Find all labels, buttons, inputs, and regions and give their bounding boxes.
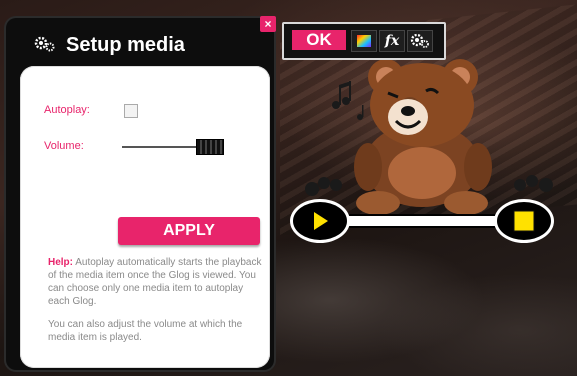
- stop-button[interactable]: [494, 199, 554, 243]
- ok-button[interactable]: OK: [292, 30, 346, 50]
- setup-media-panel: Setup media × Autoplay: Volume: APPLY He…: [6, 16, 276, 370]
- gear-icon: [34, 36, 55, 52]
- music-note-icon-small: [357, 105, 364, 120]
- volume-label: Volume:: [44, 140, 84, 152]
- panel-title: Setup media: [66, 34, 185, 56]
- help-label: Help:: [48, 257, 73, 268]
- toolbar: OK fx: [282, 22, 446, 60]
- panel-header: Setup media: [6, 18, 274, 70]
- fx-button[interactable]: fx: [379, 30, 405, 52]
- media-progress-bar[interactable]: [332, 214, 504, 228]
- color-palette-icon[interactable]: [351, 30, 377, 52]
- autoplay-checkbox[interactable]: [124, 104, 138, 118]
- play-button[interactable]: [290, 199, 350, 243]
- music-note-icon: [332, 81, 351, 109]
- autoplay-label: Autoplay:: [44, 104, 90, 116]
- apply-button[interactable]: APPLY: [118, 217, 260, 245]
- panel-body: Autoplay: Volume: APPLY Help: Autoplay a…: [20, 66, 270, 368]
- help-paragraph-1: Autoplay automatically starts the playba…: [48, 257, 262, 307]
- help-text: Help: Autoplay automatically starts the …: [48, 256, 262, 354]
- play-icon: [314, 212, 328, 230]
- settings-gear-icon[interactable]: [407, 30, 433, 52]
- stop-icon: [513, 210, 535, 232]
- volume-slider-handle[interactable]: [196, 139, 224, 155]
- close-button[interactable]: ×: [260, 16, 276, 32]
- help-paragraph-2: You can also adjust the volume at which …: [48, 319, 243, 343]
